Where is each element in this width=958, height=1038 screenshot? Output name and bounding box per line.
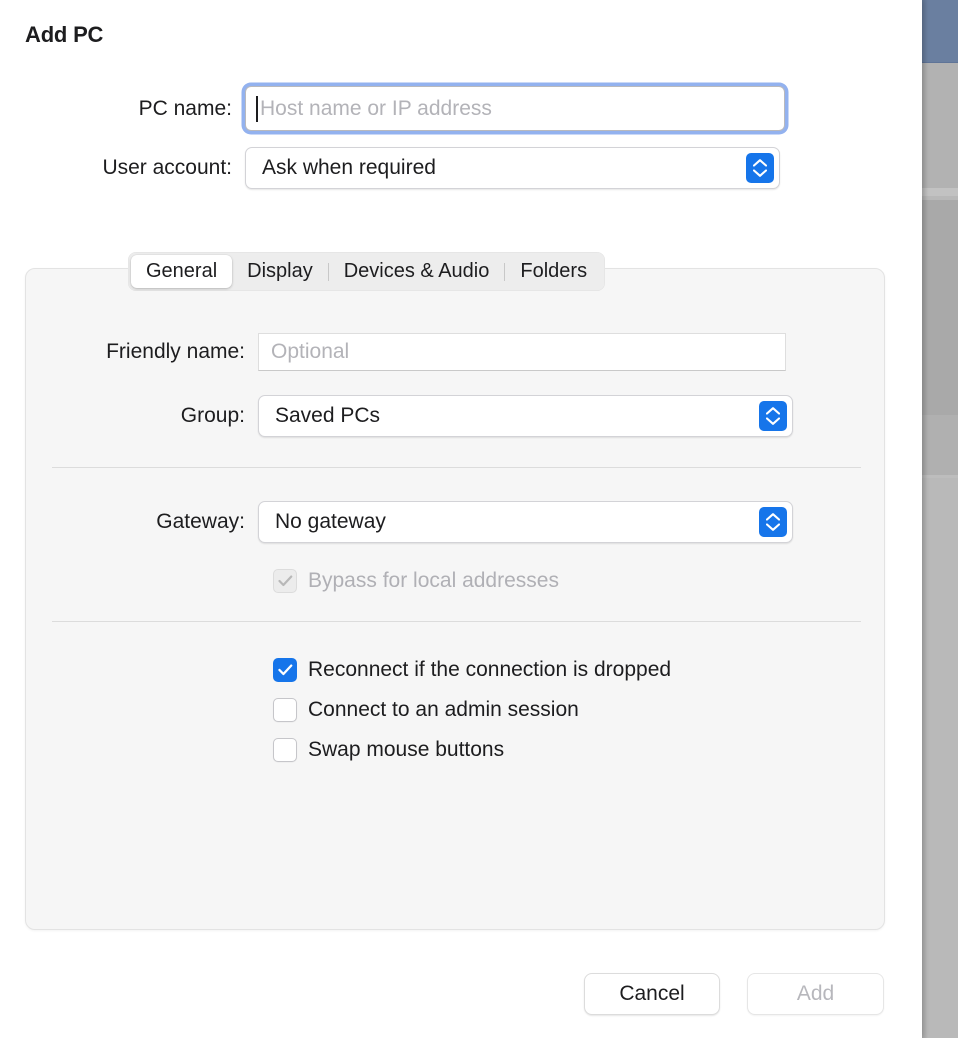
admin-session-label: Connect to an admin session: [308, 698, 579, 722]
gateway-row: Gateway: No gateway: [26, 501, 793, 543]
gateway-value: No gateway: [275, 510, 386, 534]
gateway-select[interactable]: No gateway: [258, 501, 793, 543]
group-row: Group: Saved PCs: [26, 395, 793, 437]
bypass-local-addresses-label: Bypass for local addresses: [308, 569, 559, 593]
divider-2: [52, 621, 861, 622]
add-button[interactable]: Add: [747, 973, 884, 1015]
background-window-strip: [922, 0, 958, 1038]
swap-mouse-buttons-label: Swap mouse buttons: [308, 738, 504, 762]
chevron-up-down-icon[interactable]: [759, 401, 787, 431]
checkbox-box-unchecked[interactable]: [273, 698, 297, 722]
user-account-value: Ask when required: [262, 156, 436, 180]
tab-general[interactable]: General: [131, 255, 232, 288]
checkbox-box-unchecked[interactable]: [273, 738, 297, 762]
user-account-row: User account: Ask when required: [0, 147, 780, 189]
page-title: Add PC: [25, 22, 103, 48]
chevron-up-down-icon[interactable]: [759, 507, 787, 537]
friendly-name-label: Friendly name:: [26, 340, 258, 364]
add-pc-dialog: Add PC PC name: Host name or IP address …: [0, 0, 922, 1038]
reconnect-checkbox[interactable]: Reconnect if the connection is dropped: [273, 658, 671, 682]
tab-folders[interactable]: Folders: [505, 255, 602, 288]
pc-name-row: PC name: Host name or IP address: [0, 86, 785, 131]
text-caret: [256, 96, 258, 122]
group-label: Group:: [26, 404, 258, 428]
pc-name-label: PC name:: [0, 97, 245, 121]
tab-display[interactable]: Display: [232, 255, 328, 288]
group-select[interactable]: Saved PCs: [258, 395, 793, 437]
friendly-name-placeholder: Optional: [271, 340, 349, 364]
friendly-name-row: Friendly name: Optional: [26, 333, 786, 371]
checkbox-box-checked[interactable]: [273, 658, 297, 682]
user-account-select[interactable]: Ask when required: [245, 147, 780, 189]
general-settings-panel: Friendly name: Optional Group: Saved PCs…: [25, 268, 885, 930]
user-account-label: User account:: [0, 156, 245, 180]
bypass-local-addresses-checkbox: Bypass for local addresses: [273, 569, 559, 593]
checkbox-box-checked-disabled: [273, 569, 297, 593]
swap-mouse-buttons-checkbox[interactable]: Swap mouse buttons: [273, 738, 504, 762]
settings-tab-bar: General Display Devices & Audio Folders: [128, 252, 605, 291]
divider-1: [52, 467, 861, 468]
admin-session-checkbox[interactable]: Connect to an admin session: [273, 698, 579, 722]
cancel-button[interactable]: Cancel: [584, 973, 720, 1015]
gateway-label: Gateway:: [26, 510, 258, 534]
pc-name-placeholder: Host name or IP address: [260, 97, 492, 121]
pc-name-input[interactable]: Host name or IP address: [245, 86, 785, 131]
tab-devices-audio[interactable]: Devices & Audio: [329, 255, 505, 288]
reconnect-label: Reconnect if the connection is dropped: [308, 658, 671, 682]
group-value: Saved PCs: [275, 404, 380, 428]
friendly-name-input[interactable]: Optional: [258, 333, 786, 371]
chevron-up-down-icon[interactable]: [746, 153, 774, 183]
